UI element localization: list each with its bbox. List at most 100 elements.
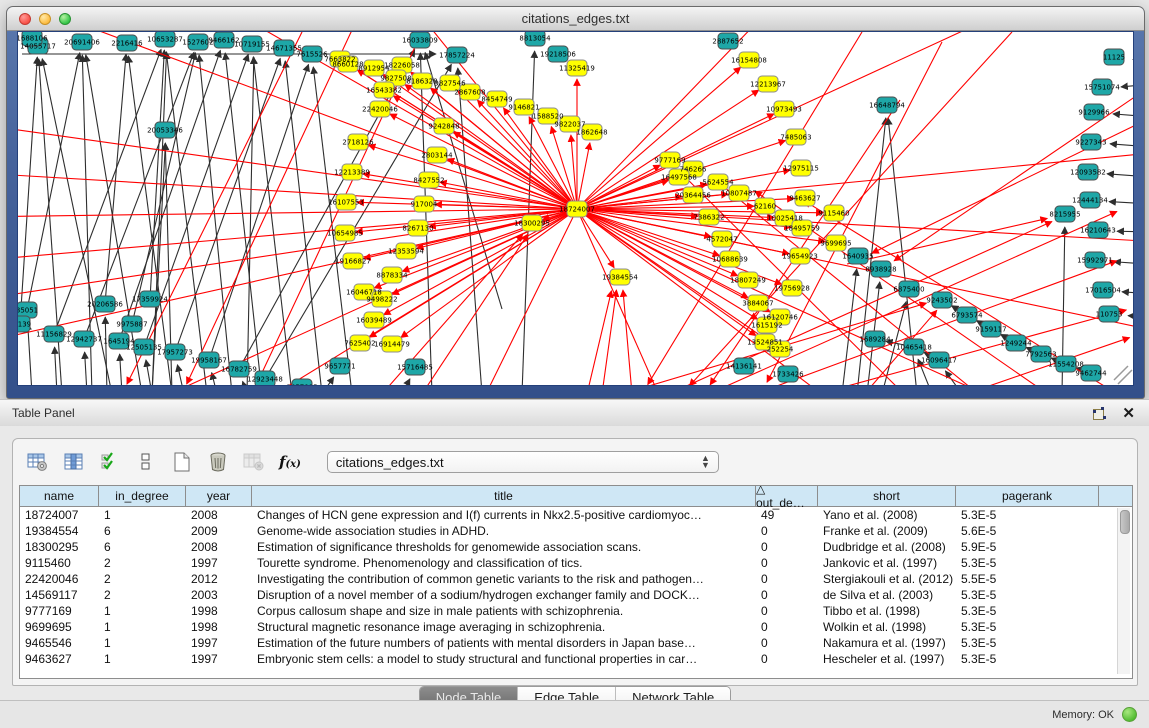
table-cell[interactable]: 14569117 [20,588,99,602]
table-cell[interactable]: 0 [756,636,818,650]
table-cell[interactable]: 5.3E-5 [956,588,1099,602]
table-row[interactable]: 946362711997Embryonic stem cells: a mode… [20,651,1132,667]
table-cell[interactable]: 18300295 [20,540,99,554]
row-mode-icon[interactable] [135,451,157,473]
table-cell[interactable]: 5.3E-5 [956,636,1099,650]
table-cell[interactable]: 5.6E-5 [956,524,1099,538]
table-cell[interactable]: 1997 [186,556,252,570]
select-columns-icon[interactable] [99,451,121,473]
column-header-pagerank[interactable]: pagerank [956,486,1099,506]
column-header-in_degree[interactable]: in_degree [99,486,186,506]
table-cell[interactable]: 9115460 [20,556,99,570]
table-cell[interactable]: Changes of HCN gene expression and I(f) … [252,508,756,522]
table-cell[interactable]: 2012 [186,572,252,586]
table-row[interactable]: 1872400712008Changes of HCN gene express… [20,507,1132,523]
table-cell[interactable]: Wolkin et al. (1998) [818,620,956,634]
table-cell[interactable]: Estimation of the future numbers of pati… [252,636,756,650]
table-cell[interactable]: 1 [99,652,186,666]
column-header-name[interactable]: name [20,486,99,506]
column-header-out_de[interactable]: △ out_de… [756,486,818,506]
table-source-select[interactable]: citations_edges.txt ▲▼ [327,451,719,473]
table-cell[interactable]: 2003 [186,588,252,602]
table-cell[interactable]: Jankovic et al. (1997) [818,556,956,570]
table-cell[interactable]: 2 [99,588,186,602]
table-cell[interactable]: de Silva et al. (2003) [818,588,956,602]
table-row[interactable]: 946554611997Estimation of the future num… [20,635,1132,651]
scrollbar-thumb[interactable] [1120,510,1130,534]
column-header-year[interactable]: year [186,486,252,506]
table-row[interactable]: 977716911998Corpus callosum shape and si… [20,603,1132,619]
table-cell[interactable]: Corpus callosum shape and size in male p… [252,604,756,618]
table-cell[interactable]: 1998 [186,620,252,634]
table-cell[interactable]: 5.3E-5 [956,556,1099,570]
table-cell[interactable]: Tibbo et al. (1998) [818,604,956,618]
table-cell[interactable]: 22420046 [20,572,99,586]
table-cell[interactable]: Yano et al. (2008) [818,508,956,522]
table-cell[interactable]: 1997 [186,636,252,650]
table-cell[interactable]: 19384554 [20,524,99,538]
table-cell[interactable]: Structural magnetic resonance image aver… [252,620,756,634]
table-cell[interactable]: 1 [99,604,186,618]
table-cell[interactable]: 0 [756,620,818,634]
table-cell[interactable]: 0 [756,572,818,586]
table-cell[interactable]: 1997 [186,652,252,666]
table-cell[interactable]: Hescheler et al. (1997) [818,652,956,666]
table-cell[interactable]: Estimation of significance thresholds fo… [252,540,756,554]
table-cell[interactable]: 6 [99,524,186,538]
table-cell[interactable]: 9465546 [20,636,99,650]
network-canvas[interactable]: 1405571720691406221641610653287152760294… [17,31,1134,386]
table-cell[interactable]: 5.9E-5 [956,540,1099,554]
close-panel-icon[interactable]: ✕ [1122,406,1135,421]
table-cell[interactable]: 2009 [186,524,252,538]
table-cell[interactable]: 18724007 [20,508,99,522]
table-row[interactable]: 1938455462009Genome-wide association stu… [20,523,1132,539]
table-cell[interactable]: Embryonic stem cells: a model to study s… [252,652,756,666]
table-cell[interactable]: 0 [756,540,818,554]
table-column-icon[interactable] [63,451,85,473]
float-panel-icon[interactable] [1093,407,1106,420]
table-cell[interactable]: 0 [756,588,818,602]
table-row[interactable]: 911546021997Tourette syndrome. Phenomeno… [20,555,1132,571]
table-cell[interactable]: Nakamura et al. (1997) [818,636,956,650]
function-builder-icon[interactable]: f(x) [279,453,301,471]
table-cell[interactable]: 1 [99,508,186,522]
table-cell[interactable]: 1 [99,620,186,634]
network-window-titlebar[interactable]: citations_edges.txt [7,7,1144,31]
table-cell[interactable]: 2 [99,572,186,586]
table-settings-icon[interactable] [27,451,49,473]
table-cell[interactable]: 5.3E-5 [956,652,1099,666]
table-cell[interactable]: 5.3E-5 [956,620,1099,634]
table-cell[interactable]: Disruption of a novel member of a sodium… [252,588,756,602]
table-cell[interactable]: 5.3E-5 [956,508,1099,522]
table-cell[interactable]: 9463627 [20,652,99,666]
network-window[interactable]: citations_edges.txt 14055717206914062216… [6,6,1145,399]
node-table[interactable]: namein_degreeyeartitle△ out_de…shortpage… [19,485,1133,679]
table-cell[interactable]: 49 [756,508,818,522]
table-cell[interactable]: 5.3E-5 [956,604,1099,618]
table-cell[interactable]: Franke et al. (2009) [818,524,956,538]
table-cell[interactable]: 5.5E-5 [956,572,1099,586]
table-cell[interactable]: 2008 [186,540,252,554]
canvas-resize-handle[interactable] [1114,366,1132,384]
delete-column-icon[interactable] [207,451,229,473]
table-cell[interactable]: 6 [99,540,186,554]
table-cell[interactable]: 9699695 [20,620,99,634]
table-cell[interactable]: 1 [99,636,186,650]
table-cell[interactable]: 9777169 [20,604,99,618]
table-cell[interactable]: Genome-wide association studies in ADHD. [252,524,756,538]
table-row[interactable]: 2242004622012Investigating the contribut… [20,571,1132,587]
table-cell[interactable]: Stergiakouli et al. (2012) [818,572,956,586]
table-cell[interactable]: 0 [756,604,818,618]
column-header-short[interactable]: short [818,486,956,506]
table-cell[interactable]: Tourette syndrome. Phenomenology and cla… [252,556,756,570]
new-column-icon[interactable] [171,451,193,473]
vertical-scrollbar[interactable] [1117,508,1130,674]
table-row[interactable]: 1456911722003Disruption of a novel membe… [20,587,1132,603]
memory-status-icon[interactable] [1122,707,1137,722]
table-cell[interactable]: 1998 [186,604,252,618]
table-row[interactable]: 969969511998Structural magnetic resonanc… [20,619,1132,635]
table-row[interactable]: 1830029562008Estimation of significance … [20,539,1132,555]
table-cell[interactable]: Investigating the contribution of common… [252,572,756,586]
table-cell[interactable]: Dudbridge et al. (2008) [818,540,956,554]
network-graph[interactable]: 1405571720691406221641610653287152760294… [18,32,1134,386]
